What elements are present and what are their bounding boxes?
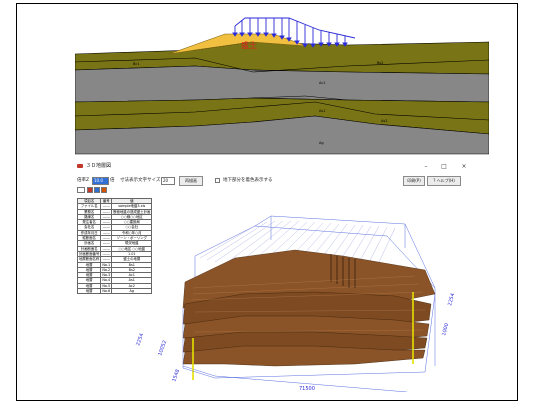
maximize-button[interactable]: □ [437, 160, 451, 173]
document-frame: 盛土 Bc1 Bs2 Ac1 As1 As2 Ag ３Ｄ地層図 – □ × 倍率… [16, 3, 518, 401]
layer-label: Bs2 [377, 61, 383, 65]
close-button[interactable]: × [457, 160, 471, 173]
cell-no: No.6 [100, 288, 113, 295]
cell-item: ファイル名 [76, 203, 102, 210]
view-icon[interactable] [94, 187, 100, 193]
embankment-label: 盛土 [241, 40, 257, 50]
window-titlebar: ３Ｄ地層図 – □ × [75, 160, 489, 173]
dimension-right: 2254 [447, 293, 456, 307]
layer-label: Ac1 [319, 81, 325, 85]
cell-item: 作成年月日 [76, 229, 102, 237]
cell-item: 地層 [76, 288, 102, 295]
layer-label: As2 [381, 119, 387, 123]
color-underground-checkbox[interactable] [215, 178, 220, 183]
cell-no: No.5 [100, 282, 113, 290]
table-row: 地層 No.6 Ag [76, 288, 153, 295]
dimension-depth: 10052 [157, 340, 168, 357]
magnify-input[interactable]: 10.0 [92, 177, 109, 185]
cell-item: 計画断面名 [76, 245, 102, 252]
cell-no: No.1 [100, 261, 113, 268]
property-table: 項目名 番号 値 ファイル名 ------ sample地盤3.xls 業務名 ---… [76, 197, 153, 295]
magnify-label: 倍率Z [77, 178, 90, 183]
cell-item: 地層断面名称 [76, 256, 102, 263]
font-size-input[interactable]: 20 [161, 177, 175, 185]
cross-section-figure: 盛土 Bc1 Bs2 Ac1 As1 As2 Ag [75, 16, 489, 156]
dimension-right: 1000 [441, 323, 450, 337]
layer-color-icon[interactable] [87, 187, 93, 193]
print-button[interactable]: 印刷(P) [403, 176, 425, 186]
cell-value: Ag [111, 288, 153, 295]
cell-no: No.3 [100, 272, 113, 279]
table-row: 業務名 ------ 断面地盤の造成盛土計画 [76, 208, 153, 215]
viewer-window: ３Ｄ地層図 – □ × 倍率Z 10.0 倍 寸法表示文字サイズ 20 再描画 … [75, 160, 489, 393]
cell-no: No.2 [100, 266, 113, 274]
window-title: ３Ｄ地層図 [86, 163, 112, 169]
minimize-button[interactable]: – [419, 160, 433, 173]
palette-icon[interactable] [101, 187, 107, 193]
checkbox-label: 地下部分を着色表示する [223, 178, 273, 183]
font-size-label: 寸法表示文字サイズ [120, 178, 161, 183]
layer-label: Ag [319, 141, 324, 145]
help-button[interactable]: ? ヘルプ(H) [427, 176, 461, 186]
toolbar: 倍率Z 10.0 倍 寸法表示文字サイズ 20 再描画 地下部分を着色表示する … [75, 175, 489, 186]
redraw-button[interactable]: 再描画 [179, 176, 203, 186]
magnify-unit: 倍 [110, 178, 115, 183]
dimension-height: 2254 [135, 333, 145, 347]
layer-label: As1 [319, 109, 325, 113]
grid-icon[interactable] [77, 187, 85, 193]
app-icon [77, 164, 83, 168]
cell-item: 計画断面番号 [76, 250, 102, 258]
layer-label: Bc1 [133, 62, 140, 66]
dimension-width: 71500 [299, 386, 315, 392]
cell-no: No.4 [100, 277, 113, 284]
cell-value: 断面地盤の造成盛土計画 [111, 208, 153, 215]
dimension-depth-front: 1548 [171, 369, 181, 383]
